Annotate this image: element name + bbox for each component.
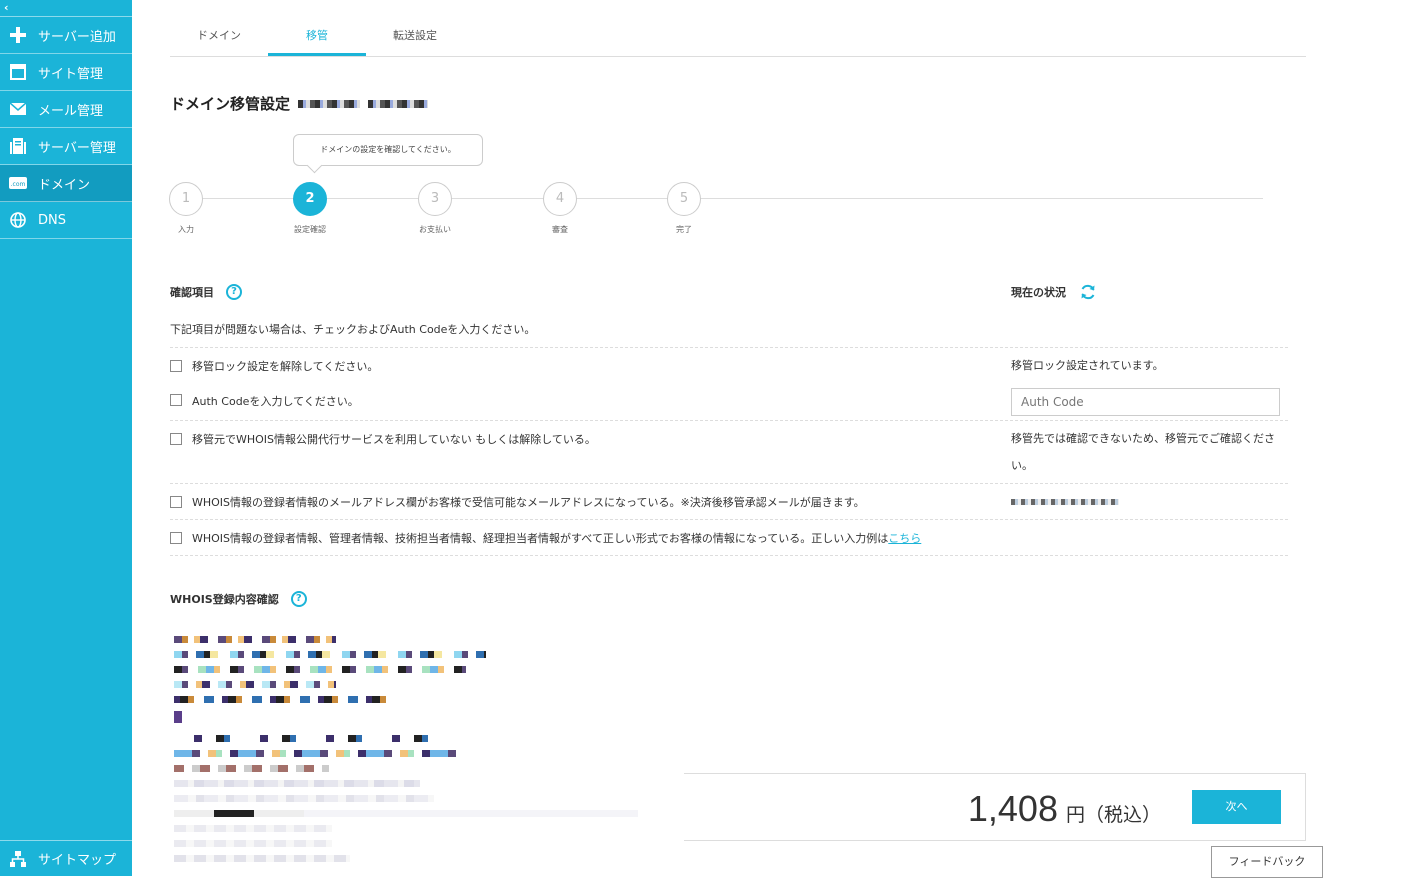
redacted-email: [1011, 499, 1119, 505]
window-icon: [8, 62, 28, 82]
check-row: Auth Codeを入力してください。: [170, 384, 1288, 420]
check-text: 移管ロック設定を解除してください。: [192, 360, 379, 373]
check-description: 下記項目が問題ない場合は、チェックおよびAuth Codeを入力ください。: [170, 323, 536, 336]
step-number: 5: [667, 182, 701, 216]
step-label: 完了: [676, 225, 692, 234]
step-label: 設定確認: [294, 225, 326, 234]
step-progress-line: [187, 198, 1263, 199]
main-content: ドメイン 移管 転送設定 ドメイン移管設定 ドメインの設定を確認してください。 …: [132, 0, 1416, 878]
sidebar-item-label: サーバー追加: [38, 29, 116, 45]
step-3: 3 お支払い: [405, 182, 465, 235]
step-number: 4: [543, 182, 577, 216]
feedback-button[interactable]: フィードバック: [1211, 846, 1323, 878]
auth-code-input[interactable]: [1011, 388, 1280, 416]
svg-text:.com: .com: [11, 181, 26, 188]
price-amount: 1,408: [967, 788, 1058, 829]
globe-icon: [8, 210, 28, 230]
checkbox-auth-code[interactable]: [170, 394, 182, 406]
sidebar-item-label: サイトマップ: [38, 853, 117, 868]
step-number: 3: [418, 182, 452, 216]
status-section-title: 現在の状況: [1011, 284, 1096, 300]
sidebar-item-label: サーバー管理: [38, 140, 116, 156]
sidebar-item-label: メール管理: [38, 103, 104, 119]
page-title-text: ドメイン移管設定: [170, 95, 291, 113]
whois-redacted-content: [174, 636, 644, 876]
example-link[interactable]: こちら: [888, 532, 921, 545]
status-text: 移管ロック設定されています。: [1011, 359, 1164, 372]
check-row: 移管元でWHOIS情報公開代行サービスを利用していない もしくは解除している。 …: [170, 420, 1288, 483]
step-4: 4 審査: [530, 182, 590, 235]
tab-domain[interactable]: ドメイン: [170, 18, 268, 56]
price-unit: 円（税込）: [1065, 804, 1161, 826]
status-section-title-text: 現在の状況: [1011, 286, 1066, 299]
step-number: 2: [293, 182, 327, 216]
sidebar-item-server[interactable]: サーバー管理: [0, 128, 132, 165]
checkbox-whois-email[interactable]: [170, 496, 182, 508]
tab-bar: ドメイン 移管 転送設定: [170, 18, 1306, 57]
sidebar-item-dns[interactable]: DNS: [0, 202, 132, 239]
mail-icon: [8, 99, 28, 119]
check-text-body: WHOIS情報の登録者情報、管理者情報、技術担当者情報、経理担当者情報がすべて正…: [192, 532, 889, 545]
sidebar-item-mail[interactable]: メール管理: [0, 91, 132, 128]
plus-icon: [8, 25, 28, 45]
domain-icon: .com: [8, 173, 28, 193]
whois-section-title-text: WHOIS登録内容確認: [170, 593, 279, 606]
step-number: 1: [169, 182, 203, 216]
help-icon[interactable]: ?: [226, 284, 242, 300]
sidebar-item-domain[interactable]: .com ドメイン: [0, 165, 132, 202]
check-text: WHOIS情報の登録者情報のメールアドレス欄がお客様で受信可能なメールアドレスに…: [192, 496, 865, 509]
step-2: 2 設定確認: [280, 182, 340, 235]
check-section-title: 確認項目 ?: [170, 284, 242, 300]
next-button[interactable]: 次へ: [1192, 790, 1281, 824]
price-bar: 1,408 円（税込） 次へ: [684, 773, 1306, 841]
check-text: 移管元でWHOIS情報公開代行サービスを利用していない もしくは解除している。: [192, 433, 596, 446]
step-label: 審査: [552, 225, 568, 234]
step-label: お支払い: [419, 225, 451, 234]
whois-section-title: WHOIS登録内容確認 ?: [170, 591, 307, 607]
sitemap-icon: [8, 849, 28, 869]
checkbox-whois-privacy[interactable]: [170, 433, 182, 445]
step-tooltip: ドメインの設定を確認してください。: [293, 134, 483, 166]
server-icon: [8, 136, 28, 156]
sidebar-item-label: サイト管理: [38, 66, 104, 82]
sidebar-item-site[interactable]: サイト管理: [0, 54, 132, 91]
step-5: 5 完了: [654, 182, 714, 235]
collapse-toggle[interactable]: ‹: [0, 0, 132, 17]
redacted-domain: [298, 99, 361, 108]
check-row: 移管ロック設定を解除してください。 移管ロック設定されています。: [170, 347, 1288, 384]
status-text: 移管先では確認できないため、移管元でご確認ください。: [1011, 432, 1275, 472]
redacted-domain: [368, 99, 429, 108]
page-title: ドメイン移管設定: [170, 93, 429, 114]
tab-transfer[interactable]: 移管: [268, 18, 366, 56]
tab-forwarding[interactable]: 転送設定: [366, 18, 464, 56]
check-row: WHOIS情報の登録者情報、管理者情報、技術担当者情報、経理担当者情報がすべて正…: [170, 519, 1288, 555]
checkbox-whois-info[interactable]: [170, 532, 182, 544]
sidebar-item-add-server[interactable]: サーバー追加: [0, 17, 132, 54]
check-section-title-text: 確認項目: [170, 286, 214, 299]
sidebar-item-label: ドメイン: [38, 177, 91, 193]
check-row: WHOIS情報の登録者情報のメールアドレス欄がお客様で受信可能なメールアドレスに…: [170, 483, 1288, 519]
sidebar-item-sitemap[interactable]: サイトマップ: [0, 840, 132, 876]
checkbox-unlock[interactable]: [170, 360, 182, 372]
step-label: 入力: [178, 225, 194, 234]
step-1: 1 入力: [156, 182, 216, 235]
help-icon[interactable]: ?: [290, 591, 307, 607]
check-text: Auth Codeを入力してください。: [192, 395, 359, 408]
sidebar: ‹ サーバー追加 サイト管理 メール管理 サーバー管理 .com ドメイン DN…: [0, 0, 132, 876]
refresh-icon[interactable]: [1080, 284, 1096, 300]
row-divider: [170, 555, 1288, 556]
price-display: 1,408 円（税込）: [968, 788, 1161, 830]
sidebar-item-label: DNS: [38, 212, 66, 228]
check-text: WHOIS情報の登録者情報、管理者情報、技術担当者情報、経理担当者情報がすべて正…: [192, 530, 921, 546]
